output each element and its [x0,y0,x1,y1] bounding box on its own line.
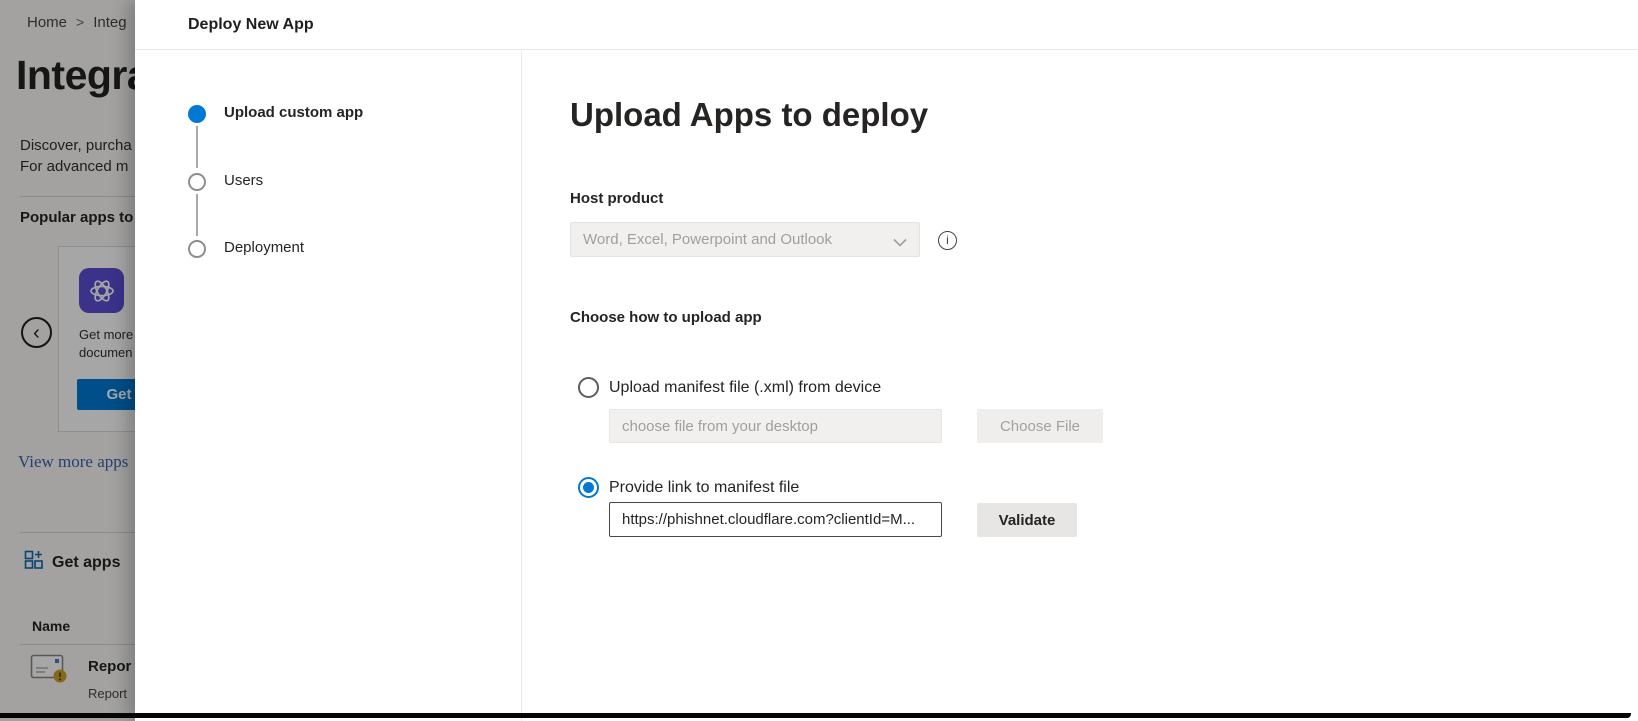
panel-header: Deploy New App [135,0,1638,50]
step-indicator [188,173,206,191]
step-users: Users [224,172,263,189]
validate-button[interactable]: Validate [977,503,1077,537]
screen: Home>Integ Integra Discover, purcha For … [0,0,1638,721]
panel-title: Deploy New App [188,0,314,50]
host-product-dropdown[interactable]: Word, Excel, Powerpoint and Outlook [570,222,920,257]
host-product-value: Word, Excel, Powerpoint and Outlook [583,223,832,256]
chevron-down-icon [893,234,907,252]
choose-file-button[interactable]: Choose File [977,409,1103,443]
step-deployment: Deployment [224,239,304,256]
step-indicator [188,240,206,258]
step-connector [196,126,198,168]
window-bottom-edge [0,713,1631,718]
manifest-file-input[interactable] [609,409,942,443]
step-upload-custom-app: Upload custom app [224,104,363,121]
modal-dim-overlay [0,0,135,721]
info-icon[interactable]: i [938,231,957,250]
upload-file-radio-label[interactable]: Upload manifest file (.xml) from device [609,379,881,397]
provide-link-radio[interactable] [578,477,599,498]
divider [521,51,522,721]
step-indicator-active [188,105,206,123]
step-connector [196,194,198,236]
upload-file-radio[interactable] [578,377,599,398]
deploy-new-app-panel: Deploy New App Upload custom app Users D… [135,0,1638,721]
choose-upload-heading: Choose how to upload app [570,309,762,326]
host-product-label: Host product [570,190,663,207]
provide-link-radio-label[interactable]: Provide link to manifest file [609,479,799,497]
manifest-link-input[interactable] [609,502,942,537]
content-heading: Upload Apps to deploy [570,96,928,134]
